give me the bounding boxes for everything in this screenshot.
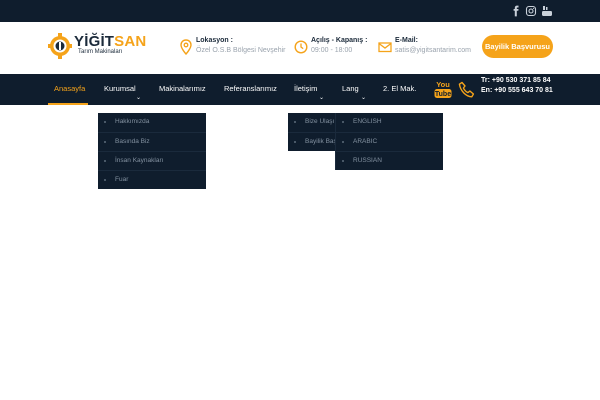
bullet-icon bbox=[104, 121, 106, 123]
chevron-down-icon: ⌄ bbox=[361, 95, 367, 101]
phone-icon bbox=[458, 81, 475, 98]
active-nav-indicator bbox=[48, 103, 88, 105]
bullet-icon bbox=[342, 160, 344, 162]
chevron-down-icon: ⌄ bbox=[136, 95, 142, 101]
location-value: Özel O.S.B Bölgesi Nevşehir bbox=[196, 47, 286, 54]
svg-text:You: You bbox=[436, 80, 450, 89]
nav-item-anasayfa[interactable]: Anasayfa bbox=[54, 74, 85, 105]
youtube-icon[interactable] bbox=[541, 5, 553, 17]
bullet-icon bbox=[294, 121, 296, 123]
dealer-application-button[interactable]: Bayilik Başvurusu bbox=[482, 35, 553, 58]
dropdown-item[interactable]: Basında Biz bbox=[98, 132, 206, 151]
top-social-bar bbox=[0, 0, 600, 22]
hours-title: Açılış - Kapanış : bbox=[311, 37, 368, 44]
envelope-icon bbox=[378, 42, 392, 53]
bullet-icon bbox=[104, 179, 106, 181]
email-title: E-Mail: bbox=[395, 37, 418, 44]
kurumsal-dropdown: Hakkımızda Basında Biz İnsan Kaynakları … bbox=[98, 113, 206, 189]
location-title: Lokasyon : bbox=[196, 37, 233, 44]
dropdown-item[interactable]: Hakkımızda bbox=[98, 113, 206, 132]
bullet-icon bbox=[104, 141, 106, 143]
logo-subtitle: Tarım Makinaları bbox=[78, 49, 123, 55]
dropdown-item[interactable]: RUSSIAN bbox=[336, 151, 443, 170]
phone-tr[interactable]: Tr: +90 530 371 85 84 bbox=[481, 77, 550, 84]
dropdown-item[interactable]: İnsan Kaynakları bbox=[98, 151, 206, 170]
nav-item-lang[interactable]: Lang bbox=[342, 74, 359, 105]
nav-item-kurumsal[interactable]: Kurumsal bbox=[104, 74, 136, 105]
nav-item-makinalarimiz[interactable]: Makinalarımız bbox=[159, 74, 206, 105]
nav-item-referanslarimiz[interactable]: Referanslarımız bbox=[224, 74, 277, 105]
site-header: YİĞİTSAN Tarım Makinaları Lokasyon : Öze… bbox=[0, 22, 600, 74]
nav-item-second-hand[interactable]: 2. El Mak. bbox=[383, 74, 416, 105]
logo-wordmark: YİĞİTSAN bbox=[74, 33, 147, 50]
youtube-logo-icon[interactable]: You Tube bbox=[434, 80, 452, 99]
facebook-icon[interactable] bbox=[510, 5, 522, 17]
dropdown-item[interactable]: Fuar bbox=[98, 170, 206, 189]
bullet-icon bbox=[104, 160, 106, 162]
chevron-down-icon: ⌄ bbox=[319, 95, 325, 101]
phone-en[interactable]: En: +90 555 643 70 81 bbox=[481, 87, 553, 94]
lang-dropdown: ENGLISH ARABIC RUSSIAN bbox=[335, 113, 443, 170]
svg-text:Tube: Tube bbox=[435, 91, 451, 98]
bullet-icon bbox=[342, 141, 344, 143]
hours-value: 09:00 - 18:00 bbox=[311, 47, 353, 54]
bullet-icon bbox=[342, 121, 344, 123]
dropdown-item[interactable]: ARABIC bbox=[336, 132, 443, 151]
dropdown-item[interactable]: ENGLISH bbox=[336, 113, 443, 132]
clock-icon bbox=[294, 40, 308, 54]
email-value[interactable]: satis@yigitsantarim.com bbox=[395, 47, 471, 54]
brand-logo[interactable]: YİĞİTSAN Tarım Makinaları bbox=[48, 33, 158, 65]
map-pin-icon bbox=[180, 39, 192, 55]
gear-icon bbox=[48, 33, 72, 59]
nav-item-iletisim[interactable]: İletişim bbox=[294, 74, 317, 105]
bullet-icon bbox=[294, 141, 296, 143]
instagram-icon[interactable] bbox=[525, 5, 537, 17]
